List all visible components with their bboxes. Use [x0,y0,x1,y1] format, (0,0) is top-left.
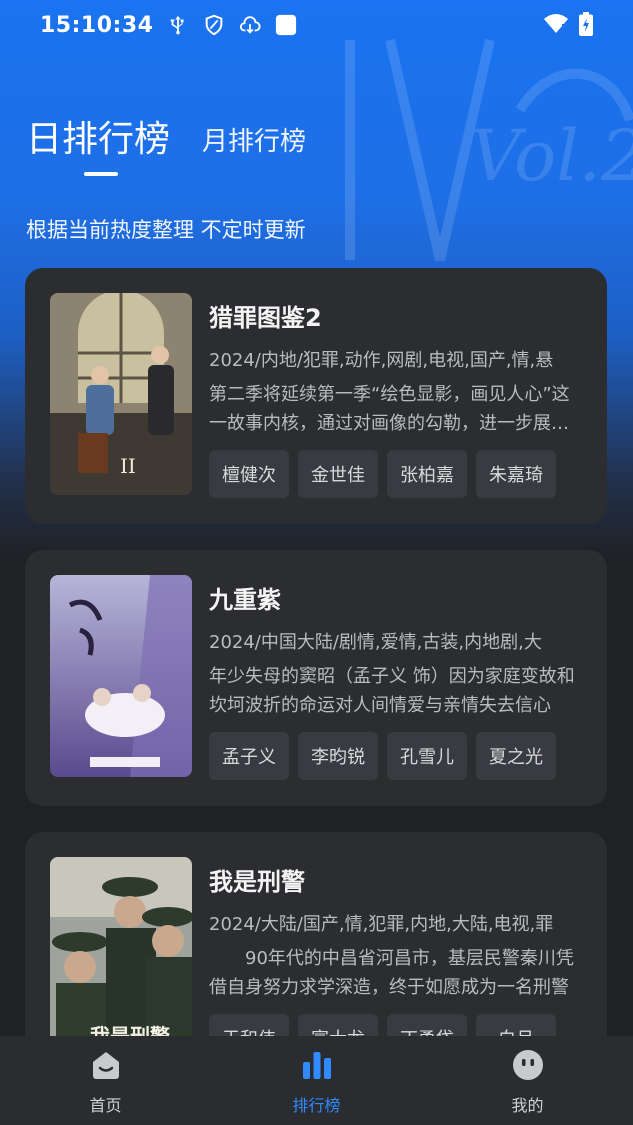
poster-image: 我是刑警 [50,857,192,1059]
usb-icon [171,15,184,35]
profile-face-icon [512,1050,543,1080]
nav-profile-label: 我的 [511,1096,544,1115]
square-notification-icon [276,14,297,36]
show-title: 我是刑警 [209,868,305,896]
poster-image: II [50,293,192,495]
svg-text:Vol.2: Vol.2 [470,115,633,197]
ranking-card[interactable]: 九重紫 2024/中国大陆/剧情,爱情,古装,内地剧,大 年少失母的窦昭（孟子义… [25,550,607,806]
actor-list: 孟子义 李昀锐 孔雪儿 夏之光 [209,732,556,780]
show-description: 第二季将延续第一季“绘色显影，画见人心”这一故事内核，通过对画像的勾勒，进一步展… [209,384,570,434]
battery-charging-icon [579,12,593,36]
show-title: 猎罪图鉴2 [209,304,322,332]
actor-chip[interactable]: 孟子义 [209,732,289,780]
bottom-navigation: 首页 排行榜 我的 [0,1036,633,1125]
actor-chip[interactable]: 朱嘉琦 [476,450,556,498]
bar-chart-icon [302,1052,331,1079]
nav-ranking[interactable]: 排行榜 [211,1036,422,1125]
show-description: 年少失母的窦昭（孟子义 饰）因为家庭变故和坎坷波折的命运对人间情爱与亲情失去信心 [209,666,575,716]
decorative-lettering: Vol.2 [345,38,633,262]
svg-text:II: II [120,454,136,478]
actor-chip[interactable]: 张柏嘉 [387,450,467,498]
poster-image [50,575,192,777]
active-tab-indicator [84,172,118,176]
nav-profile[interactable]: 我的 [422,1036,633,1125]
tab-daily-ranking[interactable]: 日排行榜 [26,110,170,162]
actor-chip[interactable]: 檀健次 [209,450,289,498]
shield-icon [206,14,223,36]
show-meta: 2024/内地/犯罪,动作,网剧,电视,国产,情,悬 [209,350,554,371]
show-meta: 2024/中国大陆/剧情,爱情,古装,内地剧,大 [209,632,542,653]
show-description: 90年代的中昌省河昌市，基层民警秦川凭借自身努力求学深造，终于如愿成为一名刑警 [209,948,574,998]
home-icon [92,1052,119,1079]
ranking-tabs: 日排行榜 月排行榜 [26,110,306,162]
tab-monthly-ranking[interactable]: 月排行榜 [202,121,306,158]
actor-list: 檀健次 金世佳 张柏嘉 朱嘉琦 [209,450,556,498]
status-time: 15:10:34 [40,12,154,38]
status-bar: 15:10:34 [0,0,633,50]
actor-chip[interactable]: 夏之光 [476,732,556,780]
show-meta: 2024/大陆/国产,情,犯罪,内地,大陆,电视,罪 [209,914,554,935]
cloud-download-icon [240,16,261,34]
ranking-card[interactable]: II 猎罪图鉴2 2024/内地/犯罪,动作,网剧,电视,国产,情,悬 第二季将… [25,268,607,524]
actor-chip[interactable]: 李昀锐 [298,732,378,780]
show-title: 九重紫 [209,586,281,614]
ranking-subtitle: 根据当前热度整理 不定时更新 [26,218,306,242]
nav-home[interactable]: 首页 [0,1036,211,1125]
nav-ranking-label: 排行榜 [292,1096,341,1115]
actor-chip[interactable]: 金世佳 [298,450,378,498]
nav-home-label: 首页 [89,1096,122,1115]
actor-chip[interactable]: 孔雪儿 [387,732,467,780]
wifi-alert-icon [544,14,568,34]
